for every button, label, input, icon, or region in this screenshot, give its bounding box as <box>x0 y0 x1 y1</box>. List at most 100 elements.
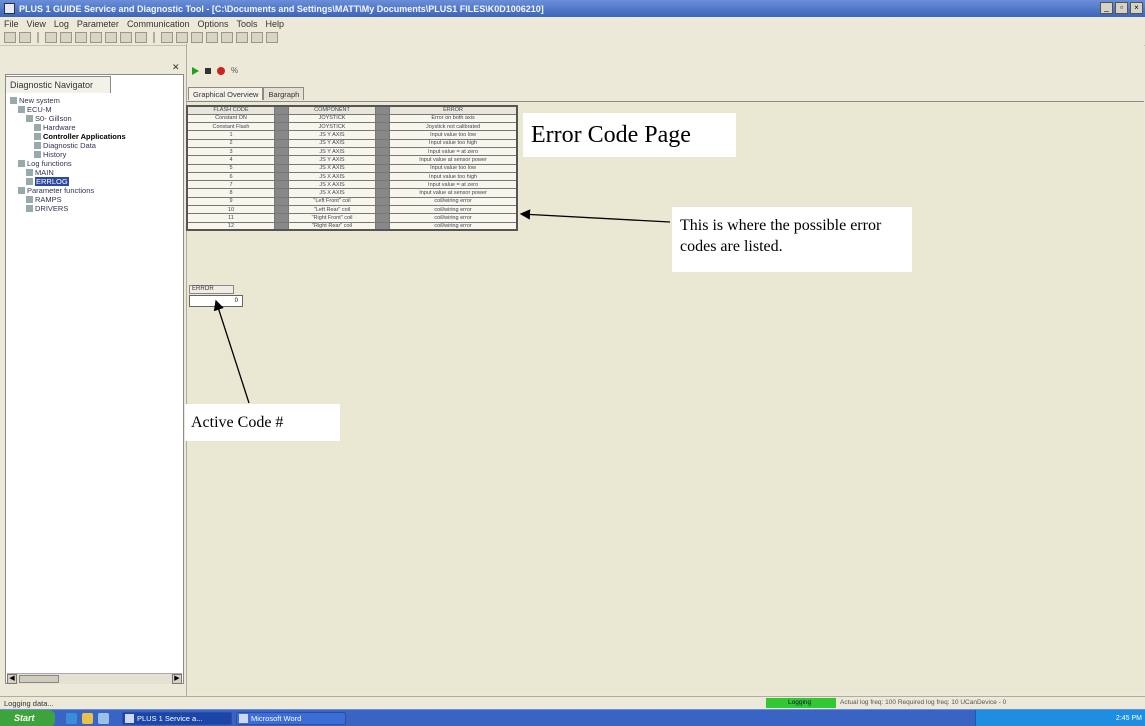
find-icon[interactable] <box>120 32 132 43</box>
menu-help[interactable]: Help <box>266 19 285 29</box>
menu-communication[interactable]: Communication <box>127 19 190 29</box>
paste-icon[interactable] <box>105 32 117 43</box>
flash-code-cell: Constant Flash <box>186 122 275 132</box>
word-app-icon <box>239 714 248 723</box>
cut-icon[interactable] <box>75 32 87 43</box>
menubar: File View Log Parameter Communication Op… <box>0 17 1145 30</box>
tree-item-history[interactable]: History <box>10 150 180 159</box>
play-icon[interactable] <box>192 66 199 75</box>
start-button[interactable]: Start <box>0 710 55 726</box>
status-text: Logging data... <box>4 699 54 708</box>
column-divider <box>273 146 289 157</box>
properties-icon[interactable] <box>135 32 147 43</box>
menu-tools[interactable]: Tools <box>237 19 258 29</box>
show-desktop-icon[interactable] <box>98 713 109 724</box>
flash-code-cell: 12 <box>186 221 275 231</box>
navigator-horizontal-scrollbar[interactable]: ◀ ▶ <box>7 673 182 684</box>
toolbar-separator <box>37 32 39 43</box>
stop-icon[interactable] <box>205 67 211 74</box>
window-title: PLUS 1 GUIDE Service and Diagnostic Tool… <box>19 3 544 14</box>
maximize-button[interactable]: ▫ <box>1115 2 1128 14</box>
tab-bargraph[interactable]: Bargraph <box>263 87 305 100</box>
align-right-icon[interactable] <box>251 32 263 43</box>
tree-item-parameter-functions[interactable]: Parameter functions <box>10 186 180 195</box>
tree-item-log-functions[interactable]: Log functions <box>10 159 180 168</box>
taskbar-item-word[interactable]: Microsoft Word <box>236 712 346 725</box>
column-divider <box>273 155 289 165</box>
copy-icon[interactable] <box>90 32 102 43</box>
download-icon[interactable] <box>191 32 203 43</box>
align-left-icon[interactable] <box>221 32 233 43</box>
tree-item-drivers[interactable]: DRIVERS <box>10 204 180 213</box>
history-icon <box>34 151 41 158</box>
clock[interactable]: 2:45 PM <box>1116 715 1142 722</box>
component-cell: JS X AXIS <box>287 163 377 173</box>
tree-item-controller-applications[interactable]: Controller Applications <box>10 132 180 141</box>
open-file-icon[interactable] <box>19 32 31 43</box>
error-table-body: Constant ON JOYSTICK Error on both axis Con… <box>186 113 518 231</box>
flash-code-cell: 1 <box>186 130 275 140</box>
new-file-icon[interactable] <box>4 32 16 43</box>
tree-item-gillson[interactable]: S0- Gillson <box>10 114 180 123</box>
upload-icon[interactable] <box>206 32 218 43</box>
column-divider <box>273 180 289 190</box>
tree-item-hardware[interactable]: Hardware <box>10 123 180 132</box>
taskbar-item-plus1[interactable]: PLUS 1 Service a... <box>122 712 232 725</box>
error-cell: Input value at sensor power <box>389 188 518 198</box>
column-divider <box>375 130 391 140</box>
table-row: 1 JS Y AXIS Input value too low <box>186 130 518 140</box>
close-button[interactable]: × <box>1130 2 1143 14</box>
component-cell: JS Y AXIS <box>287 130 377 140</box>
close-panel-icon[interactable]: ✕ <box>172 62 180 73</box>
save-icon[interactable] <box>45 32 57 43</box>
tree-item-ecu[interactable]: ECU-M <box>10 105 180 114</box>
tree-item-main[interactable]: MAIN <box>10 168 180 177</box>
menu-parameter[interactable]: Parameter <box>77 19 119 29</box>
tree-item-new-system[interactable]: New system <box>10 96 180 105</box>
parameter-file-icon <box>26 205 33 212</box>
diagnostic-navigator-tab[interactable]: Diagnostic Navigator <box>5 76 111 93</box>
column-divider <box>273 171 289 182</box>
app-icon <box>4 3 15 14</box>
component-cell: JS X AXIS <box>287 180 377 190</box>
system-tray: 2:45 PM <box>975 710 1145 726</box>
scroll-thumb[interactable] <box>19 675 59 683</box>
column-divider <box>375 196 391 207</box>
internet-explorer-icon[interactable] <box>66 713 77 724</box>
hardware-icon <box>34 124 41 131</box>
flash-code-cell: Constant ON <box>186 113 275 124</box>
align-center-icon[interactable] <box>236 32 248 43</box>
tab-graphical-overview[interactable]: Graphical Overview <box>188 87 264 100</box>
component-cell: JS Y AXIS <box>287 138 377 149</box>
component-cell: "Left Rear" coil <box>287 205 377 215</box>
scroll-left-icon[interactable]: ◀ <box>7 674 17 684</box>
menu-options[interactable]: Options <box>197 19 228 29</box>
column-divider <box>273 221 289 231</box>
table-header-row: FLASH CODE COMPONENT ERROR <box>186 105 518 115</box>
connect-icon[interactable] <box>161 32 173 43</box>
minimize-button[interactable]: _ <box>1100 2 1113 14</box>
plus1-app-icon <box>125 714 134 723</box>
table-row: 4 JS Y AXIS Input value at sensor power <box>186 155 518 165</box>
align-justify-icon[interactable] <box>266 32 278 43</box>
column-divider <box>375 213 391 223</box>
folder-icon[interactable] <box>82 713 93 724</box>
flash-code-cell: 7 <box>186 180 275 190</box>
menu-file[interactable]: File <box>4 19 19 29</box>
column-divider <box>375 221 391 231</box>
tree-item-ramps[interactable]: RAMPS <box>10 195 180 204</box>
component-cell: "Right Front" coil <box>287 213 377 223</box>
menu-view[interactable]: View <box>27 19 46 29</box>
disconnect-icon[interactable] <box>176 32 188 43</box>
settings-icon[interactable]: % <box>231 66 238 75</box>
scroll-right-icon[interactable]: ▶ <box>172 674 182 684</box>
tree-item-diagnostic-data[interactable]: Diagnostic Data <box>10 141 180 150</box>
tree-item-errlog[interactable]: ERRLOG <box>10 177 180 186</box>
record-icon[interactable] <box>217 66 225 75</box>
column-divider <box>273 205 289 215</box>
print-icon[interactable] <box>60 32 72 43</box>
table-row: 10 "Left Rear" coil coil/wiring error <box>186 205 518 215</box>
error-cell: Input value too low <box>389 163 518 173</box>
menu-log[interactable]: Log <box>54 19 69 29</box>
module-icon <box>26 115 33 122</box>
